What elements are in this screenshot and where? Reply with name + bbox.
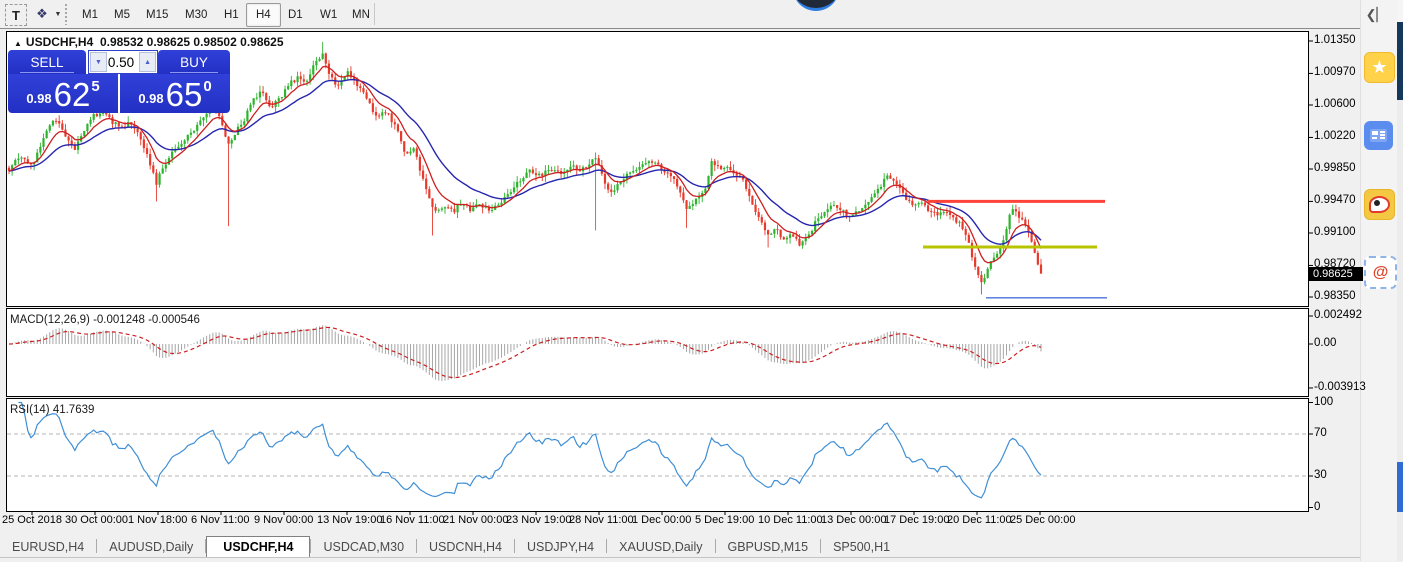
edge-strip-blue[interactable]	[1397, 462, 1403, 512]
price-tick-label: 1.00220	[1314, 130, 1356, 142]
chart-tab-eurusd-h4[interactable]: EURUSD,H4	[0, 537, 96, 557]
timeframe-button-d1[interactable]: D1	[278, 3, 313, 27]
draw-tool-icon[interactable]: ❖	[32, 4, 52, 24]
chart-tab-usdchf-h4[interactable]: USDCHF,H4	[206, 536, 310, 557]
buy-quote-button[interactable]: 0.98 65 0	[120, 74, 230, 113]
edge-strip-mid	[1397, 100, 1403, 462]
chart-tab-usdcad-m30[interactable]: USDCAD,M30	[311, 537, 416, 557]
rsi-tick-label: 100	[1314, 396, 1333, 408]
macd-tick-label: 0.00	[1314, 337, 1336, 349]
status-strip	[0, 557, 1360, 562]
price-tick-label: 1.00600	[1314, 98, 1356, 110]
rsi-indicator-label: RSI(14) 41.7639	[10, 404, 94, 416]
time-axis-label: 13 Dec 00:00	[821, 514, 886, 526]
sell-button[interactable]: SELL	[8, 50, 86, 74]
chart-tab-usdcnh-h4[interactable]: USDCNH,H4	[417, 537, 514, 557]
time-axis-label: 13 Nov 19:00	[317, 514, 382, 526]
time-axis-label: 1 Dec 00:00	[632, 514, 691, 526]
time-axis-label: 20 Dec 11:00	[947, 514, 1012, 526]
time-axis-label: 23 Nov 19:00	[506, 514, 571, 526]
rsi-tick-label: 0	[1314, 501, 1320, 513]
edge-strip-top	[1397, 0, 1403, 22]
edge-strip-bottom	[1397, 512, 1403, 561]
one-click-trading-panel: SELL ▼ 0.50 ▲ BUY 0.98 62 5 0.98 65 0	[8, 50, 230, 113]
timeframe-button-h1[interactable]: H1	[214, 3, 249, 27]
news-glyph	[1370, 129, 1387, 142]
time-axis-label: 1 Nov 18:00	[128, 514, 187, 526]
price-tick-label: 0.99470	[1314, 194, 1356, 206]
time-axis-label: 17 Dec 19:00	[884, 514, 949, 526]
buy-price-pip: 0	[203, 78, 211, 95]
time-axis-label: 10 Dec 11:00	[758, 514, 823, 526]
rsi-tick-label: 30	[1314, 469, 1327, 481]
tool-dropdown-caret-icon[interactable]: ▼	[52, 4, 64, 24]
mail-stamp-icon[interactable]: @	[1364, 256, 1397, 289]
macd-tick-label: -0.003913	[1314, 381, 1366, 393]
time-axis-label: 6 Nov 11:00	[191, 514, 250, 526]
collapse-sidebar-icon[interactable]: ❮▏	[1366, 6, 1386, 24]
buy-price-prefix: 0.98	[138, 91, 163, 106]
timeframe-button-m5[interactable]: M5	[104, 3, 140, 27]
edge-strip-navy[interactable]	[1397, 22, 1403, 100]
price-tick-label: 1.01350	[1314, 34, 1356, 46]
sell-quote-button[interactable]: 0.98 62 5	[8, 74, 118, 113]
sell-price-prefix: 0.98	[26, 91, 51, 106]
time-axis-label: 5 Dec 19:00	[695, 514, 754, 526]
price-tick-label: 0.98350	[1314, 290, 1356, 302]
chart-tab-audusd-daily[interactable]: AUDUSD,Daily	[97, 537, 205, 557]
volume-input[interactable]: 0.50	[108, 55, 138, 70]
chart-tab-bar: EURUSD,H4AUDUSD,DailyUSDCHF,H4USDCAD,M30…	[0, 535, 1360, 557]
weibo-eye-glyph	[1369, 196, 1390, 213]
time-axis-label: 28 Nov 11:00	[569, 514, 634, 526]
collapse-triangle-icon[interactable]: ▲	[14, 39, 22, 48]
price-tick-label: 0.99850	[1314, 162, 1356, 174]
time-axis-label: 21 Nov 00:00	[443, 514, 508, 526]
price-tick-label: 0.99100	[1314, 226, 1356, 238]
buy-button[interactable]: BUY	[158, 50, 230, 74]
chart-tab-usdjpy-h4[interactable]: USDJPY,H4	[515, 537, 606, 557]
volume-widget: ▼ 0.50 ▲	[88, 50, 158, 74]
volume-increase-button[interactable]: ▲	[139, 52, 156, 72]
sell-price-big: 62	[54, 80, 91, 110]
weibo-icon[interactable]	[1364, 189, 1395, 220]
time-axis-label: 25 Dec 00:00	[1010, 514, 1075, 526]
timeframe-button-m30[interactable]: M30	[175, 3, 217, 27]
chart-tab-sp500-h1[interactable]: SP500,H1	[821, 537, 902, 557]
price-tick-label: 1.00970	[1314, 66, 1356, 78]
favorites-star-icon[interactable]: ★	[1364, 52, 1395, 83]
news-feed-icon[interactable]	[1364, 121, 1393, 150]
macd-indicator-label: MACD(12,26,9) -0.001248 -0.000546	[10, 314, 200, 326]
buy-price-big: 65	[166, 80, 203, 110]
toolbar-separator	[374, 3, 375, 25]
time-axis-label: 9 Nov 00:00	[254, 514, 313, 526]
toolbar-grip[interactable]	[64, 3, 68, 25]
rsi-tick-label: 70	[1314, 427, 1327, 439]
macd-tick-label: 0.002492	[1314, 309, 1362, 321]
time-axis-label: 16 Nov 11:00	[380, 514, 445, 526]
chart-symbol-title: ▲USDCHF,H4 0.98532 0.98625 0.98502 0.986…	[14, 35, 284, 49]
chart-tab-gbpusd-m15[interactable]: GBPUSD,M15	[716, 537, 821, 557]
timeframe-button-m15[interactable]: M15	[136, 3, 178, 27]
text-tool-button[interactable]: T	[5, 4, 27, 26]
volume-decrease-button[interactable]: ▼	[90, 52, 107, 72]
timeframe-button-h4[interactable]: H4	[246, 3, 281, 27]
timeframe-button-m1[interactable]: M1	[72, 3, 108, 27]
time-axis-label: 25 Oct 2018	[2, 514, 62, 526]
time-axis-label: 30 Oct 00:00	[65, 514, 128, 526]
chart-tab-xauusd-daily[interactable]: XAUUSD,Daily	[607, 537, 714, 557]
sell-price-pip: 5	[91, 78, 99, 95]
toolbar: T ❖ ▼ M1M5M15M30H1H4D1W1MN	[0, 0, 1360, 29]
current-price-tag: 0.98625	[1309, 267, 1363, 281]
chart-window: ▲USDCHF,H4 0.98532 0.98625 0.98502 0.986…	[0, 30, 1361, 561]
